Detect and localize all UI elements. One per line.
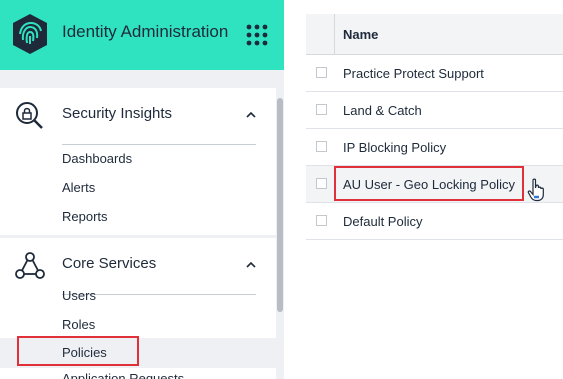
grid-dots-icon[interactable] <box>246 24 268 46</box>
table-row[interactable]: Practice Protect Support <box>306 55 563 92</box>
sidebar-item-application-requests[interactable]: Application Requests <box>62 371 184 379</box>
sidebar: Identity Administration Security Insight… <box>0 0 284 379</box>
sidebar-item-dashboards[interactable]: Dashboards <box>62 151 132 166</box>
nav-group-title: Core Services <box>62 255 157 272</box>
table-row[interactable]: Default Policy <box>306 203 563 240</box>
table-row[interactable]: Land & Catch <box>306 92 563 129</box>
app-header: Identity Administration <box>0 0 284 70</box>
row-checkbox[interactable] <box>316 104 327 115</box>
row-checkbox[interactable] <box>316 215 327 226</box>
nav-group-header-core-services[interactable]: Core Services <box>0 238 276 279</box>
chevron-up-icon[interactable] <box>244 108 258 122</box>
highlight-box <box>334 166 524 201</box>
row-checkbox[interactable] <box>316 141 327 152</box>
chevron-up-icon[interactable] <box>244 258 258 272</box>
highlight-box <box>17 336 139 366</box>
nav-group-title: Security Insights <box>62 105 173 122</box>
nav-group-core-services: Core Services Users Roles Policies Appli… <box>0 238 276 379</box>
search-lock-icon <box>16 102 43 129</box>
table-row[interactable]: IP Blocking Policy <box>306 129 563 166</box>
policy-name[interactable]: Land & Catch <box>343 103 422 118</box>
divider <box>62 144 256 145</box>
sidebar-item-roles[interactable]: Roles <box>62 317 95 332</box>
policy-name[interactable]: Default Policy <box>343 214 422 229</box>
table-header: Name <box>306 14 563 55</box>
fingerprint-shield-icon[interactable] <box>10 12 50 56</box>
sidebar-item-alerts[interactable]: Alerts <box>62 180 95 195</box>
gutter <box>284 0 306 379</box>
row-checkbox[interactable] <box>316 67 327 78</box>
policy-name[interactable]: IP Blocking Policy <box>343 140 446 155</box>
column-header-name[interactable]: Name <box>343 27 378 42</box>
nav-group-header-security-insights[interactable]: Security Insights <box>0 88 276 129</box>
select-column-header <box>306 14 335 54</box>
sidebar-item-users[interactable]: Users <box>62 288 96 303</box>
nav-group-security-insights: Security Insights Dashboards Alerts Repo… <box>0 88 276 235</box>
sidebar-nav: Security Insights Dashboards Alerts Repo… <box>0 70 284 379</box>
row-checkbox[interactable] <box>316 178 327 189</box>
app-title: Identity Administration <box>62 22 229 41</box>
hand-cursor-icon <box>527 178 544 202</box>
sidebar-item-reports[interactable]: Reports <box>62 209 108 224</box>
network-nodes-icon <box>15 252 45 279</box>
sidebar-scrollbar-thumb[interactable] <box>277 98 283 312</box>
policy-name[interactable]: Practice Protect Support <box>343 66 484 81</box>
